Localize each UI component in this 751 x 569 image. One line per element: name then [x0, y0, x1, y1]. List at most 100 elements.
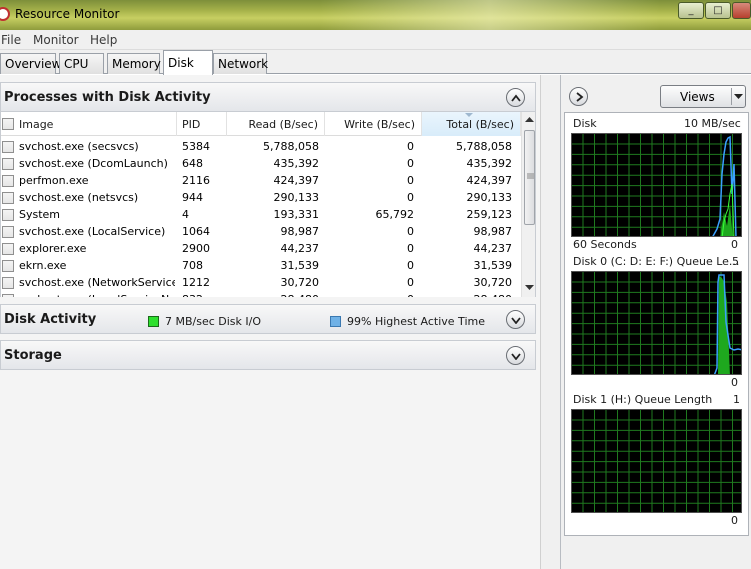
storage-header[interactable]: Storage — [0, 340, 536, 370]
tab-overview[interactable]: Overview — [0, 53, 62, 74]
resource-monitor-icon — [0, 7, 10, 21]
dropdown-arrow-icon — [734, 94, 743, 99]
cell-read: 193,331 — [273, 208, 320, 221]
cell-total: 424,397 — [466, 174, 513, 187]
table-row[interactable]: explorer.exe 2900 44,237 0 44,237 — [1, 240, 521, 257]
row-checkbox[interactable] — [2, 175, 14, 187]
cell-write: 0 — [407, 174, 414, 187]
disk0-queue-min: 0 — [731, 376, 738, 389]
table-row[interactable]: svchost.exe (LocalServiceNet...83228,480… — [1, 291, 521, 297]
table-row[interactable]: svchost.exe (secsvcs) 5384 5,788,058 0 5,788… — [1, 138, 521, 155]
cell-pid: 2116 — [182, 174, 210, 187]
sort-arrow-icon — [465, 113, 473, 117]
tab-cpu[interactable]: CPU — [59, 53, 104, 74]
row-checkbox[interactable] — [2, 226, 14, 238]
row-checkbox[interactable] — [2, 158, 14, 170]
cell-read: 98,987 — [280, 225, 320, 238]
cell-total: 30,720 — [473, 276, 513, 289]
table-row[interactable]: svchost.exe (DcomLaunch) 648 435,392 0 435,3… — [1, 155, 521, 172]
cell-write: 0 — [407, 259, 414, 272]
disk0-queue-graph — [571, 271, 742, 375]
cell-pid: 648 — [182, 157, 203, 170]
menu-help[interactable]: Help — [90, 33, 117, 47]
table-row[interactable]: svchost.exe (LocalService) 1064 98,987 0 98,… — [1, 223, 521, 240]
tab-network[interactable]: Network — [213, 53, 268, 74]
scrollbar-thumb[interactable] — [524, 130, 535, 225]
column-write[interactable]: Write (B/sec) — [325, 112, 422, 136]
table-scrollbar[interactable] — [521, 112, 535, 297]
expand-disk-activity-button[interactable] — [506, 310, 525, 329]
processes-header[interactable]: Processes with Disk Activity — [0, 82, 536, 112]
active-time-legend-swatch — [330, 316, 341, 327]
cell-image: svchost.exe (NetworkService) — [19, 276, 175, 289]
cell-pid: 1212 — [182, 276, 210, 289]
processes-title: Processes with Disk Activity — [4, 90, 211, 105]
expand-storage-button[interactable] — [506, 346, 525, 365]
cell-write: 0 — [325, 293, 414, 297]
cell-pid: 832 — [182, 293, 226, 297]
collapse-processes-button[interactable] — [506, 88, 525, 107]
cell-pid: 4 — [182, 208, 189, 221]
menu-file[interactable]: File — [1, 33, 21, 47]
pane-splitter[interactable] — [540, 75, 560, 569]
table-header: Image PID Read (B/sec) Write (B/sec) Tot… — [1, 112, 521, 136]
row-checkbox[interactable] — [2, 277, 14, 289]
maximize-button[interactable]: □ — [705, 2, 731, 19]
table-row[interactable]: System 4 193,331 65,792 259,123 — [1, 206, 521, 223]
cell-image: svchost.exe (DcomLaunch) — [19, 157, 168, 170]
window-title: Resource Monitor — [15, 7, 120, 21]
table-row[interactable]: perfmon.exe 2116 424,397 0 424,397 — [1, 172, 521, 189]
menu-monitor[interactable]: Monitor — [33, 33, 79, 47]
tab-memory[interactable]: Memory — [107, 53, 161, 74]
row-checkbox[interactable] — [2, 243, 14, 255]
disk1-queue-max: 1 — [733, 393, 740, 406]
minimize-button[interactable]: _ — [678, 2, 704, 19]
select-all-checkbox[interactable] — [2, 118, 14, 130]
disk-io-legend-swatch — [148, 316, 159, 327]
column-image[interactable]: Image — [17, 112, 177, 136]
close-button[interactable] — [732, 2, 751, 19]
chevron-down-icon — [511, 317, 521, 324]
tab-disk[interactable]: Disk — [163, 50, 213, 75]
cell-image: System — [19, 208, 61, 221]
disk1-queue-title: Disk 1 (H:) Queue Length — [573, 393, 713, 406]
views-label: Views — [680, 90, 715, 104]
disk-graph — [571, 133, 742, 237]
chevron-right-icon — [576, 92, 584, 102]
cell-read: 424,397 — [273, 174, 320, 187]
scroll-up-icon[interactable] — [525, 117, 534, 123]
cell-pid: 5384 — [182, 140, 210, 153]
table-row[interactable]: ekrn.exe 708 31,539 0 31,539 — [1, 257, 521, 274]
row-checkbox[interactable] — [2, 192, 14, 204]
cell-total: 5,788,058 — [456, 140, 512, 153]
table-row[interactable]: svchost.exe (NetworkService) 1212 30,720 0 3… — [1, 274, 521, 291]
disk1-queue-graph — [571, 409, 742, 513]
cell-image: perfmon.exe — [19, 174, 89, 187]
cell-write: 0 — [407, 242, 414, 255]
cell-image: svchost.exe (netsvcs) — [19, 191, 139, 204]
cell-read: 5,788,058 — [263, 140, 319, 153]
cell-total: 44,237 — [473, 242, 513, 255]
chevron-up-icon — [511, 94, 521, 102]
cell-total: 31,539 — [473, 259, 513, 272]
cell-image: svchost.exe (secsvcs) — [19, 140, 139, 153]
row-checkbox[interactable] — [2, 294, 14, 297]
disk-activity-title: Disk Activity — [4, 312, 97, 327]
disk-activity-header[interactable]: Disk Activity 7 MB/sec Disk I/O 99% High… — [0, 304, 536, 334]
tab-strip: Overview CPU Memory Disk Network — [0, 50, 751, 75]
column-read[interactable]: Read (B/sec) — [227, 112, 325, 136]
cell-image: ekrn.exe — [19, 259, 67, 272]
row-checkbox[interactable] — [2, 209, 14, 221]
table-row[interactable]: svchost.exe (netsvcs) 944 290,133 0 290,133 — [1, 189, 521, 206]
cell-image: explorer.exe — [19, 242, 87, 255]
row-checkbox[interactable] — [2, 141, 14, 153]
views-button[interactable]: Views — [660, 85, 746, 108]
row-checkbox[interactable] — [2, 260, 14, 272]
collapse-graphs-button[interactable] — [569, 87, 588, 106]
active-time-label: 99% Highest Active Time — [347, 315, 485, 328]
scroll-down-icon[interactable] — [525, 285, 534, 291]
storage-title: Storage — [4, 348, 62, 363]
cell-pid: 944 — [182, 191, 203, 204]
column-pid[interactable]: PID — [177, 112, 227, 136]
cell-write: 0 — [407, 140, 414, 153]
